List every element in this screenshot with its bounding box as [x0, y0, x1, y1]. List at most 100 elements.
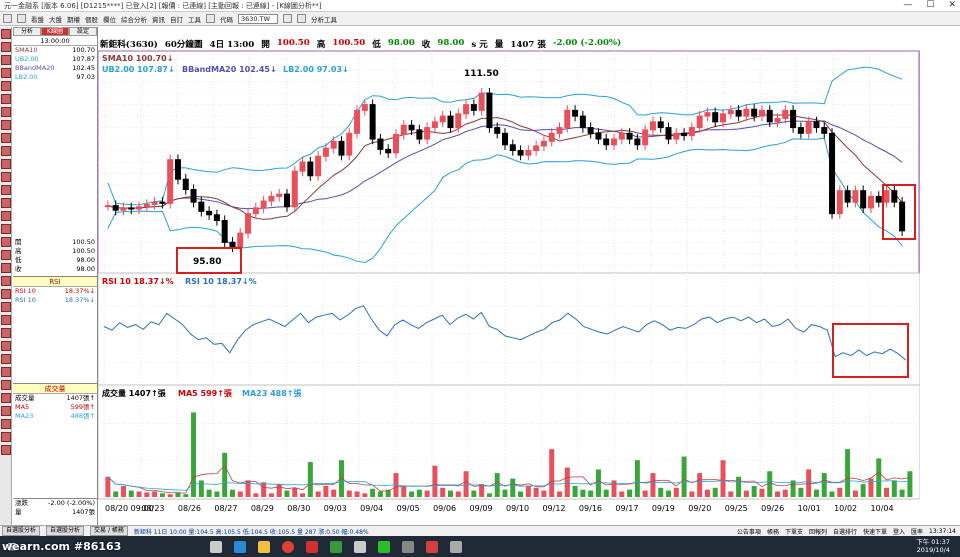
nav-icon[interactable] — [1, 211, 11, 221]
nav-icon[interactable] — [1, 432, 11, 442]
taskbar-app-icon[interactable] — [204, 536, 228, 557]
bottom-fx[interactable]: 匯率 — [911, 527, 923, 536]
nav-icon[interactable] — [1, 185, 11, 195]
menu-analysis[interactable]: 綜合分析 — [121, 14, 147, 24]
candle-body — [167, 159, 174, 204]
analysis-tools[interactable]: 分析工具 — [311, 14, 337, 24]
taskbar-app-icon[interactable] — [420, 536, 444, 557]
nav-icon[interactable] — [1, 55, 11, 65]
bottom-tab-watch2[interactable]: 自選股分析 — [46, 526, 85, 536]
nav-icon[interactable] — [1, 315, 11, 325]
folder-icon[interactable] — [252, 536, 276, 557]
menu-custom[interactable]: 自訂 — [170, 14, 183, 24]
bottom-announce[interactable]: 公告事項 — [737, 527, 761, 536]
nav-icon[interactable] — [1, 341, 11, 351]
nav-icon[interactable] — [1, 81, 11, 91]
candle-body — [883, 190, 890, 203]
nav-icon[interactable] — [1, 68, 11, 78]
taskbar-app-icon[interactable] — [396, 536, 420, 557]
tab-analysis[interactable]: 分析 — [13, 27, 41, 36]
candle-body — [572, 109, 579, 117]
nav-icon[interactable] — [1, 159, 11, 169]
ohlc-row: 收 98.00 — [13, 265, 97, 274]
bottom-login[interactable]: 登入 — [893, 527, 905, 536]
taskbar-app-icon[interactable] — [324, 536, 348, 557]
minimize-button[interactable]: — — [903, 0, 912, 10]
nav-icon[interactable] — [1, 172, 11, 182]
line-icon[interactable] — [372, 536, 396, 557]
candle-body — [720, 113, 727, 123]
bottom-bar: 自選股分析 自選股分析 交易 / 帳務 新鉅科 11日 10:00 量:104.… — [0, 525, 960, 536]
tab-settings[interactable]: 設定 — [69, 27, 97, 36]
menu-tools[interactable]: 工具 — [188, 14, 201, 24]
candle-body — [611, 138, 618, 146]
nav-icon[interactable] — [1, 406, 11, 416]
candle-body — [486, 92, 493, 129]
nav-icon[interactable] — [1, 237, 11, 247]
nav-icon[interactable] — [1, 42, 11, 52]
volume-bar — [463, 471, 469, 497]
maximize-button[interactable]: ☐ — [926, 0, 934, 10]
back-icon[interactable] — [3, 14, 12, 23]
volume-bar — [440, 487, 446, 497]
bottom-order[interactable]: 下單支 — [785, 527, 803, 536]
taskbar-app-icon[interactable] — [300, 536, 324, 557]
candle-body — [104, 205, 111, 208]
symbol-input[interactable]: 3630.TW — [238, 13, 278, 24]
menu-quotes[interactable]: 看盤 — [31, 14, 44, 24]
candle-body — [626, 132, 633, 140]
menu-info[interactable]: 資訊 — [152, 14, 165, 24]
nav-icon[interactable] — [1, 302, 11, 312]
edge-icon[interactable] — [228, 536, 252, 557]
menu-stocks[interactable]: 個股 — [85, 14, 98, 24]
nav-icon[interactable] — [1, 133, 11, 143]
taskbar: ⊞ — [0, 536, 960, 557]
volume-bar — [510, 478, 516, 497]
x-tick-label: 09/03 — [324, 504, 347, 513]
candle-body — [836, 190, 843, 215]
chrome-icon[interactable] — [276, 536, 300, 557]
bottom-tab-trade[interactable]: 交易 / 帳務 — [90, 526, 128, 536]
ohlc-row: 低 98.00 — [13, 256, 97, 265]
bottom-report[interactable]: 回報列 — [809, 527, 827, 536]
chart-area[interactable]: 113.0112.0111.0110.0109.0108.0107.0106.0… — [98, 37, 920, 526]
volume-bar — [136, 491, 142, 497]
settings-icon[interactable] — [297, 14, 306, 23]
nav-icon[interactable] — [1, 367, 11, 377]
volume-bar — [409, 491, 415, 497]
nav-icon[interactable] — [1, 328, 11, 338]
tab-kline[interactable]: K線圖 — [41, 27, 69, 36]
nav-icon[interactable] — [1, 198, 11, 208]
taskbar-app-icon[interactable] — [444, 536, 468, 557]
taskbar-app-icon[interactable] — [348, 536, 372, 557]
candle-body — [120, 207, 127, 211]
nav-icon[interactable] — [1, 393, 11, 403]
nav-icon[interactable] — [1, 445, 11, 455]
bottom-quick-order[interactable]: 快速下單 — [863, 527, 887, 536]
nav-icon[interactable] — [1, 276, 11, 286]
volume-bar — [222, 452, 228, 497]
nav-icon[interactable] — [1, 107, 11, 117]
nav-icon[interactable] — [1, 120, 11, 130]
chart-icon[interactable] — [206, 14, 215, 23]
search-icon[interactable] — [283, 14, 292, 23]
bottom-rank[interactable]: 自選排行 — [833, 527, 857, 536]
nav-icon[interactable] — [1, 289, 11, 299]
nav-icon[interactable] — [1, 419, 11, 429]
forward-icon[interactable] — [17, 14, 26, 23]
nav-icon[interactable] — [1, 380, 11, 390]
menu-market[interactable]: 大盤 — [49, 14, 62, 24]
nav-icon[interactable] — [1, 29, 11, 39]
nav-icon[interactable] — [1, 146, 11, 156]
close-button[interactable]: ✕ — [948, 0, 956, 10]
nav-icon[interactable] — [1, 263, 11, 273]
bottom-account[interactable]: 帳務 — [767, 527, 779, 536]
nav-icon[interactable] — [1, 250, 11, 260]
bottom-tab-watch[interactable]: 自選股分析 — [2, 526, 41, 536]
nav-icon[interactable] — [1, 354, 11, 364]
nav-icon[interactable] — [1, 224, 11, 234]
menu-options[interactable]: 期權 — [67, 14, 80, 24]
volume-bar — [159, 493, 165, 497]
nav-icon[interactable] — [1, 94, 11, 104]
menu-fields[interactable]: 欄位 — [103, 14, 116, 24]
